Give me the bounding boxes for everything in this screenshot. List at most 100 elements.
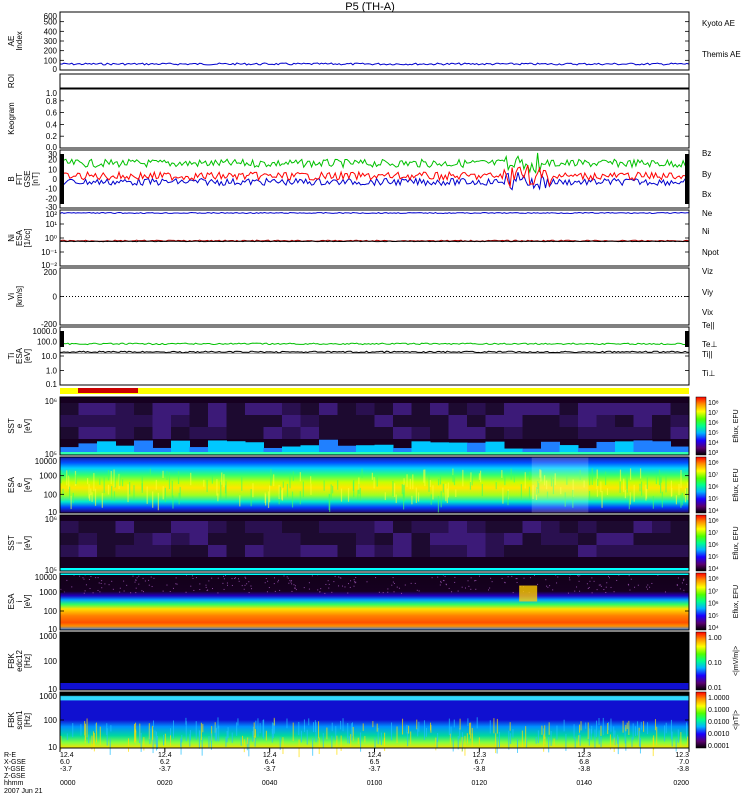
y-tick-label: 0.2 — [46, 132, 58, 141]
colorbar-tick-label: 0.01 — [708, 685, 722, 692]
spectrogram-cell — [430, 545, 449, 557]
legend-label: Ti|| — [702, 350, 713, 359]
spectrogram-cell — [263, 545, 283, 557]
spectrogram-texture — [312, 738, 314, 756]
spectrogram-texture — [75, 474, 77, 484]
spectrogram-texture — [446, 488, 448, 504]
spectrogram-cell — [633, 545, 653, 557]
spectrogram-cell — [134, 415, 153, 427]
spectrogram-cell — [134, 403, 153, 415]
spectrogram-texture — [129, 482, 131, 495]
spectrogram-noise — [512, 592, 514, 594]
spectrogram-cell — [578, 545, 597, 557]
spectrogram-cell — [245, 415, 264, 427]
spectrogram-texture — [481, 483, 483, 497]
spectrogram-noise — [353, 585, 355, 587]
spectrogram-noise — [491, 581, 493, 583]
spectrogram-texture — [111, 486, 113, 501]
spectrogram-cell — [467, 521, 486, 533]
spectrogram-texture — [600, 725, 602, 736]
spectrogram-texture — [272, 723, 274, 739]
spectrogram-texture — [629, 468, 632, 480]
spectrogram-noise — [101, 580, 103, 582]
spectrogram-noise — [92, 592, 94, 594]
spectrogram-texture — [377, 727, 379, 745]
spectrogram-cell — [541, 415, 560, 427]
spectrogram-texture — [680, 494, 682, 508]
spectrogram-cell — [263, 427, 283, 439]
spectrogram-texture — [93, 473, 95, 492]
spectrogram-noise — [83, 592, 85, 594]
spectrogram-noise — [596, 589, 598, 591]
spectrogram-noise — [136, 577, 138, 579]
spectrogram-cell — [300, 403, 320, 415]
colorbar-label: Eflux, EFU — [733, 585, 740, 618]
spectrogram-noise — [98, 582, 100, 584]
colorbar-tick-label: 10⁶ — [708, 542, 719, 549]
y-axis-label: [eV] — [23, 349, 32, 363]
spectrogram-noise — [126, 584, 128, 586]
spectrogram-noise — [437, 576, 439, 578]
spectrogram-texture — [335, 726, 337, 740]
spectrogram-texture — [664, 725, 666, 742]
x-tick-label: 12.4 — [60, 752, 74, 759]
spectrogram-texture — [462, 469, 464, 487]
spectrogram-texture — [298, 721, 300, 736]
y-tick-label: 10⁻¹ — [41, 248, 57, 257]
spectrogram-texture — [181, 734, 183, 743]
spectrogram-texture — [332, 485, 334, 494]
spectrogram-texture — [282, 481, 284, 488]
spectrogram-cell — [541, 427, 560, 439]
spectrogram-texture — [306, 729, 308, 745]
spectrogram-texture — [113, 491, 116, 501]
spectrogram-texture — [289, 473, 291, 489]
spectrogram-texture — [640, 721, 642, 730]
kyoto-ae-line — [59, 62, 690, 66]
spectrogram-noise — [350, 580, 352, 582]
spectrogram-noise — [349, 586, 351, 588]
spectrogram-cell — [541, 533, 560, 545]
spectrogram-texture — [622, 720, 624, 733]
spectrogram-texture — [625, 725, 627, 732]
x-tick-label: -3.8 — [677, 766, 689, 773]
spectrogram-cell — [596, 521, 616, 533]
spectrogram-noise — [244, 584, 246, 586]
spectrogram-texture — [308, 718, 310, 726]
spectrogram-noise — [681, 582, 683, 584]
colorbar-tick-label: 10⁴ — [708, 566, 719, 573]
spectrogram-texture — [141, 483, 143, 491]
y-tick-label: 10 — [48, 743, 57, 752]
spectrogram-noise — [190, 585, 192, 587]
spectrogram-texture — [371, 472, 373, 480]
spectrogram-cell — [245, 533, 264, 545]
spectrogram-noise — [268, 587, 270, 589]
spectrogram-texture — [467, 718, 469, 727]
spectrogram-noise — [501, 577, 503, 579]
spectrogram-texture — [189, 730, 191, 741]
spectrogram-texture — [128, 738, 130, 752]
spectrogram-texture — [628, 720, 630, 735]
spectrogram-noise — [529, 577, 531, 579]
y-tick-label: 10² — [45, 210, 57, 219]
spectrogram-texture — [645, 488, 648, 499]
spectrogram-cell — [319, 521, 338, 533]
spectrogram-cell — [467, 403, 486, 415]
colorbar — [695, 396, 707, 456]
spectrogram-texture — [337, 480, 339, 490]
legend-label: Bx — [702, 190, 711, 199]
spectrogram-cell — [578, 521, 597, 533]
spectrogram-noise — [683, 589, 685, 591]
spectrogram-texture — [439, 476, 442, 485]
spectrogram-texture — [299, 491, 301, 505]
spectrogram-texture — [331, 722, 333, 732]
spectrogram-noise — [683, 578, 685, 580]
spectrogram-noise — [439, 584, 441, 586]
spectrogram-texture — [493, 718, 495, 734]
spectrogram-texture — [619, 469, 622, 482]
spectrogram-noise — [169, 591, 171, 593]
spectrogram-texture — [600, 736, 602, 748]
spectrogram-texture — [646, 477, 648, 490]
spectrogram-cell — [263, 533, 283, 545]
y-axis-label: Keogram — [7, 102, 16, 135]
spectrogram-noise — [591, 577, 593, 579]
